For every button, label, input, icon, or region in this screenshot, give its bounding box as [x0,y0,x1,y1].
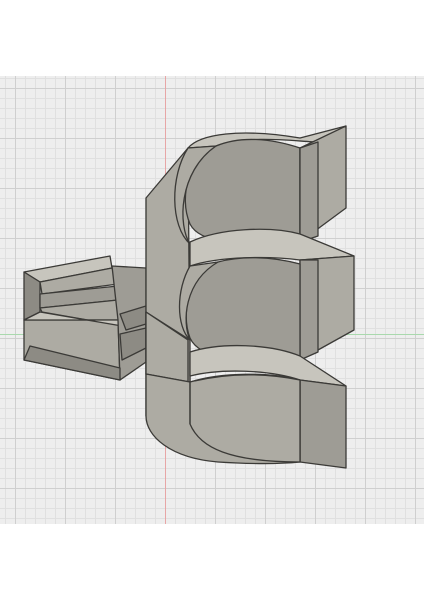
lower-jaw-tip [299,379,347,469]
upper-jaw-inner [299,141,319,243]
cad-viewport[interactable] [0,76,424,524]
page [0,0,424,600]
clip-model[interactable] [0,76,424,524]
middle-divider-side [299,259,319,361]
